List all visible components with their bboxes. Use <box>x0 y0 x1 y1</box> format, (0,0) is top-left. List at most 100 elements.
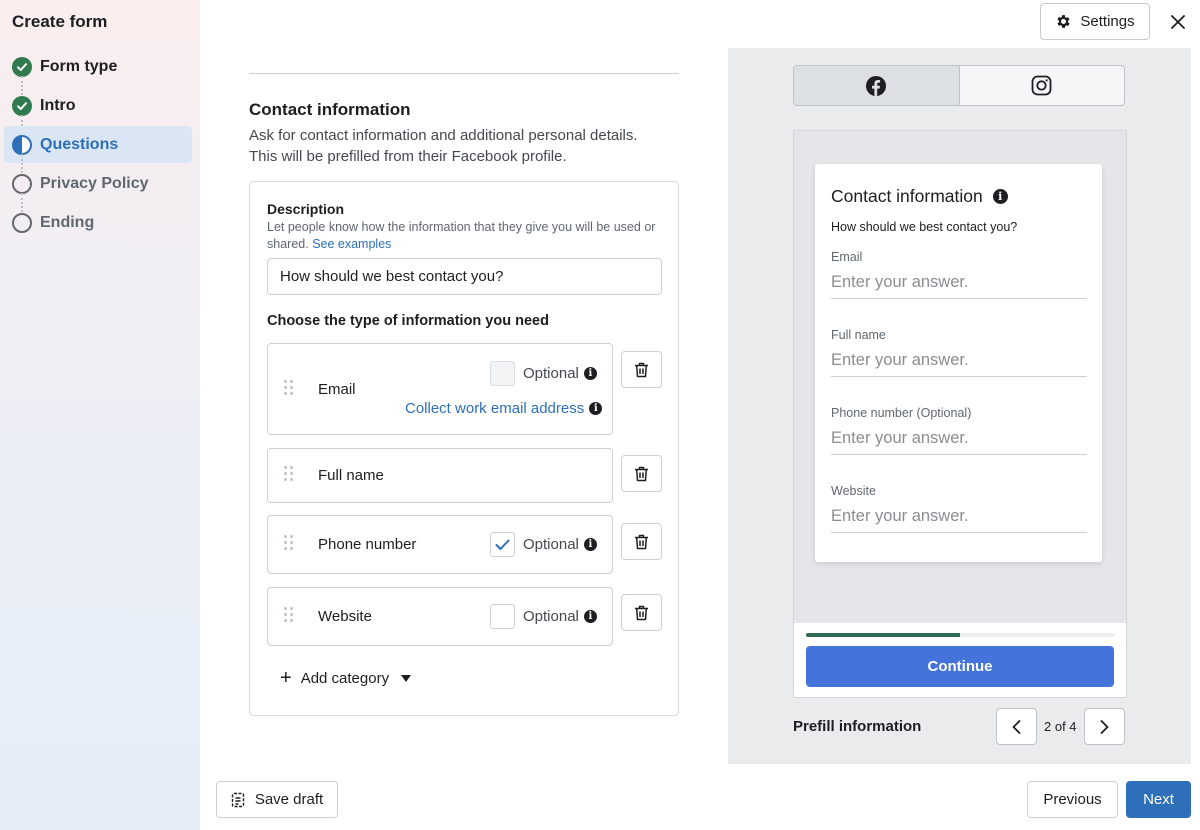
next-button[interactable]: Next <box>1126 781 1191 818</box>
info-icon[interactable]: i <box>583 367 597 380</box>
see-examples-link[interactable]: See examples <box>312 237 391 251</box>
info-icon[interactable]: i <box>589 402 603 415</box>
preview-field-input[interactable]: Enter your answer. <box>831 507 1087 533</box>
preview-field-input[interactable]: Enter your answer. <box>831 429 1087 455</box>
preview-field-input[interactable]: Enter your answer. <box>831 273 1087 299</box>
delete-full-name-button[interactable] <box>621 455 662 492</box>
save-draft-label: Save draft <box>254 791 324 808</box>
step-label: Privacy Policy <box>40 174 149 192</box>
description-input[interactable]: How should we best contact you? <box>267 258 662 295</box>
step-list: Form type Intro Questions Privacy Policy… <box>4 48 192 243</box>
field-row-email: Email Optional i Collect work email addr… <box>267 343 613 435</box>
optional-label: Optional <box>523 365 579 382</box>
trash-icon <box>635 362 648 377</box>
close-button[interactable] <box>1166 10 1190 34</box>
previous-button[interactable]: Previous <box>1027 781 1118 818</box>
continue-button[interactable]: Continue <box>806 646 1114 687</box>
trash-icon <box>635 534 648 549</box>
choose-type-label: Choose the type of information you need <box>267 313 549 329</box>
chevron-left-icon <box>1012 719 1021 734</box>
drag-handle-icon[interactable] <box>284 380 294 396</box>
platform-toggle <box>793 65 1125 106</box>
field-name: Phone number <box>318 536 417 553</box>
gear-icon <box>1057 15 1070 28</box>
preview-footer: Continue <box>794 623 1126 697</box>
preview-field-label: Full name <box>831 328 886 342</box>
field-name: Email <box>318 381 356 398</box>
half-circle-icon <box>12 134 32 155</box>
drag-handle-icon[interactable] <box>284 607 294 623</box>
info-icon[interactable]: i <box>583 610 597 623</box>
divider <box>249 73 679 74</box>
preview-field-input[interactable]: Enter your answer. <box>831 351 1087 377</box>
delete-website-button[interactable] <box>621 594 662 631</box>
preview-panel: Contact information i How should we best… <box>728 48 1191 764</box>
drag-handle-icon[interactable] <box>284 535 294 551</box>
description-help: Let people know how the information that… <box>267 219 667 253</box>
pager-prev-button[interactable] <box>996 708 1037 745</box>
check-circle-icon <box>12 95 32 116</box>
pager-text: 2 of 4 <box>1044 719 1077 734</box>
instagram-preview-tab[interactable] <box>960 66 1125 105</box>
facebook-preview-tab[interactable] <box>794 66 960 105</box>
instagram-icon <box>1031 75 1052 96</box>
field-name: Full name <box>318 467 384 484</box>
preview-field-email: Email Enter your answer. <box>831 250 1087 299</box>
add-category-label: Add category <box>300 670 390 687</box>
optional-checkbox[interactable] <box>490 604 515 629</box>
delete-email-button[interactable] <box>621 351 662 388</box>
preview-card-title: Contact information i <box>831 186 1008 207</box>
preview-card-title-text: Contact information <box>831 186 983 206</box>
collect-work-email-link[interactable]: Collect work email address i <box>405 400 603 417</box>
drag-handle-icon[interactable] <box>284 466 294 482</box>
preview-progress-bar <box>806 633 1114 637</box>
step-label: Form type <box>40 57 118 75</box>
section-description-line: Ask for contact information and addition… <box>249 127 638 144</box>
optional-label: Optional <box>523 608 579 625</box>
field-name: Website <box>318 608 372 625</box>
optional-checkbox[interactable] <box>490 532 515 557</box>
sidebar-title: Create form <box>12 12 108 31</box>
step-questions[interactable]: Questions <box>4 126 192 173</box>
sidebar: Create form Form type Intro Questions Pr… <box>0 0 200 830</box>
description-label: Description <box>267 201 345 217</box>
step-form-type[interactable]: Form type <box>4 48 192 95</box>
preview-field-phone: Phone number (Optional) Enter your answe… <box>831 406 1087 455</box>
section-description-line: This will be prefilled from their Facebo… <box>249 148 567 165</box>
preview-progress-fill <box>806 633 960 637</box>
step-label: Ending <box>40 213 95 231</box>
optional-label: Optional <box>523 536 579 553</box>
empty-circle-icon <box>12 212 32 233</box>
settings-button[interactable]: Settings <box>1040 3 1150 40</box>
step-intro[interactable]: Intro <box>4 87 192 134</box>
delete-phone-number-button[interactable] <box>621 523 662 560</box>
preview-field-label: Phone number (Optional) <box>831 406 972 420</box>
step-ending[interactable]: Ending <box>4 204 192 241</box>
save-draft-button[interactable]: Save draft <box>216 781 338 818</box>
pager-next-button[interactable] <box>1084 708 1125 745</box>
preview-field-full-name: Full name Enter your answer. <box>831 328 1087 377</box>
field-row-website: Website Optional i <box>267 587 613 646</box>
preview-field-label: Email <box>831 250 863 264</box>
field-row-full-name: Full name <box>267 448 613 503</box>
preview-card-subtitle: How should we best contact you? <box>831 220 1018 234</box>
caret-down-icon <box>401 675 412 682</box>
empty-circle-icon <box>12 173 32 194</box>
close-icon <box>1171 15 1185 29</box>
trash-icon <box>635 466 648 481</box>
step-label: Intro <box>40 96 76 114</box>
checkmark-icon <box>495 539 510 550</box>
collect-work-email-label: Collect work email address <box>405 400 585 417</box>
optional-toggle: Optional i <box>490 532 597 557</box>
phone-preview: Contact information i How should we best… <box>793 130 1127 698</box>
questions-card: Description Let people know how the info… <box>249 181 679 716</box>
info-icon[interactable]: i <box>583 538 597 551</box>
info-icon[interactable]: i <box>992 189 1008 204</box>
step-privacy-policy[interactable]: Privacy Policy <box>4 165 192 212</box>
section-description: Ask for contact information and addition… <box>249 125 669 167</box>
preview-form-card: Contact information i How should we best… <box>815 164 1102 562</box>
add-category-button[interactable]: + Add category <box>280 668 412 688</box>
prefill-information-label: Prefill information <box>793 718 922 735</box>
optional-checkbox[interactable] <box>490 361 515 386</box>
chevron-right-icon <box>1100 719 1109 734</box>
